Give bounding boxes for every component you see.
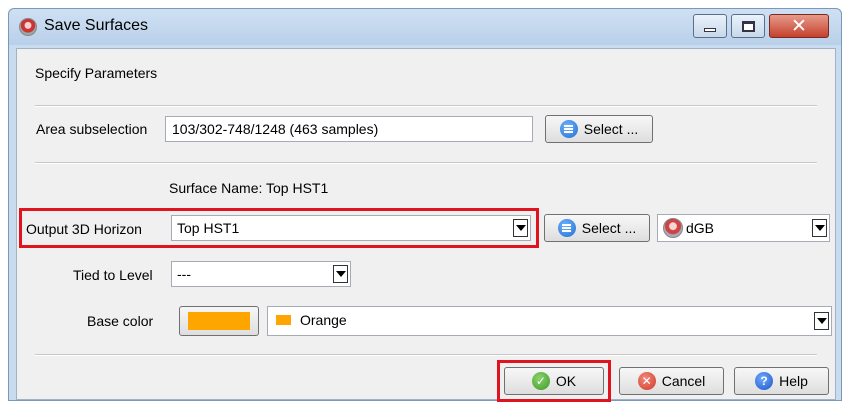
chevron-down-icon[interactable] — [812, 219, 827, 237]
base-color-button[interactable] — [179, 306, 259, 336]
base-color-combo[interactable]: Orange — [267, 306, 832, 336]
color-swatch — [188, 312, 250, 330]
area-subselection-label: Area subselection — [36, 121, 148, 137]
ok-label: OK — [555, 373, 577, 389]
cancel-label: Cancel — [661, 373, 706, 389]
chevron-down-icon[interactable] — [513, 219, 528, 237]
format-combo[interactable]: dGB — [657, 214, 830, 242]
format-value: dGB — [686, 220, 715, 236]
area-select-button[interactable]: Select ... — [545, 115, 653, 143]
color-swatch-small — [276, 315, 291, 325]
surface-name-text: Surface Name: Top HST1 — [169, 180, 329, 196]
separator — [35, 162, 817, 164]
output-select-button[interactable]: Select ... — [544, 214, 650, 242]
cancel-button[interactable]: ✕ Cancel — [619, 367, 724, 395]
list-icon — [557, 219, 576, 237]
title-bar[interactable]: Save Surfaces ✕ — [9, 9, 841, 45]
section-title: Specify Parameters — [35, 65, 158, 81]
output-horizon-combo[interactable]: Top HST1 — [171, 215, 531, 241]
maximize-icon — [741, 20, 755, 32]
list-icon — [559, 120, 578, 138]
base-color-value: Orange — [300, 312, 347, 328]
output-select-label: Select ... — [581, 220, 637, 236]
dialog-body: Specify Parameters Area subselection 103… — [16, 48, 836, 402]
area-select-label: Select ... — [583, 121, 639, 137]
dgb-logo-icon — [663, 218, 683, 238]
tied-to-level-value: --- — [177, 266, 191, 282]
minimize-button[interactable] — [693, 14, 727, 38]
cancel-icon: ✕ — [637, 372, 656, 390]
checkmark-icon: ✓ — [531, 372, 550, 390]
minimize-icon — [704, 28, 716, 32]
close-button[interactable]: ✕ — [769, 14, 829, 38]
window-title: Save Surfaces — [44, 17, 149, 34]
save-surfaces-window: Save Surfaces ✕ Specify Parameters Area … — [8, 8, 842, 402]
chevron-down-icon[interactable] — [814, 312, 829, 330]
maximize-button[interactable] — [731, 14, 765, 38]
area-subselection-field[interactable]: 103/302-748/1248 (463 samples) — [165, 116, 533, 142]
close-icon: ✕ — [791, 15, 807, 37]
base-color-label: Base color — [87, 313, 154, 329]
separator — [35, 354, 817, 356]
output-horizon-label: Output 3D Horizon — [26, 221, 142, 237]
ok-button[interactable]: ✓ OK — [504, 367, 604, 395]
tied-to-level-combo[interactable]: --- — [171, 261, 351, 287]
app-icon — [19, 18, 37, 36]
help-icon: ? — [755, 372, 774, 390]
separator — [35, 105, 817, 107]
help-button[interactable]: ? Help — [734, 367, 829, 395]
chevron-down-icon[interactable] — [333, 265, 348, 283]
output-horizon-value: Top HST1 — [177, 220, 240, 236]
tied-to-level-label: Tied to Level — [73, 267, 153, 283]
help-label: Help — [779, 373, 808, 389]
